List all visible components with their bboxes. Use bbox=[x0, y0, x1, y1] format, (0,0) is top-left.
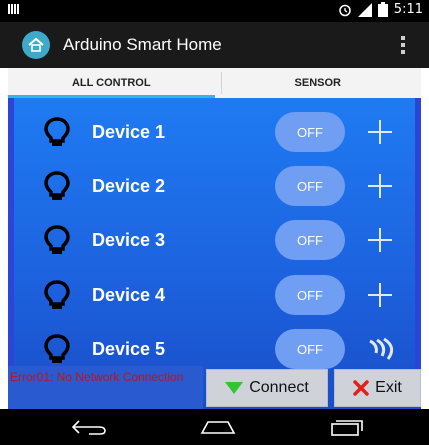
back-icon[interactable] bbox=[69, 417, 109, 437]
device-label: Device 4 bbox=[92, 285, 166, 305]
plus-icon[interactable] bbox=[368, 120, 392, 144]
plus-icon[interactable] bbox=[368, 283, 392, 307]
recent-apps-icon[interactable] bbox=[327, 417, 367, 437]
device-panel: Device 1 OFF Device 2 OFF Device 3 OFF D… bbox=[8, 98, 421, 409]
device-label: Device 3 bbox=[92, 230, 166, 250]
plus-icon[interactable] bbox=[368, 174, 392, 198]
nav-bar bbox=[0, 409, 429, 445]
device-label: Device 5 bbox=[92, 339, 166, 359]
connect-button[interactable]: Connect bbox=[206, 369, 328, 407]
device-label: Device 2 bbox=[92, 176, 166, 196]
app-home-icon bbox=[22, 31, 50, 59]
device-toggle-button[interactable]: OFF bbox=[275, 275, 345, 315]
plus-icon[interactable] bbox=[368, 228, 392, 252]
device-toggle-button[interactable]: OFF bbox=[275, 112, 345, 152]
battery-icon bbox=[377, 2, 388, 17]
device-row: Device 1 OFF bbox=[14, 110, 415, 154]
overflow-menu-icon[interactable] bbox=[401, 36, 407, 54]
status-bar: 5:11 bbox=[0, 0, 429, 22]
device-toggle-button[interactable]: OFF bbox=[275, 220, 345, 260]
device-row: Device 5 OFF bbox=[14, 327, 415, 371]
device-toggle-button[interactable]: OFF bbox=[275, 329, 345, 369]
action-bar: Arduino Smart Home bbox=[0, 22, 429, 68]
app-title: Arduino Smart Home bbox=[63, 35, 222, 54]
tab-sensor[interactable]: SENSOR bbox=[215, 68, 422, 98]
wave-icon[interactable] bbox=[366, 337, 400, 361]
tab-divider bbox=[221, 72, 222, 94]
device-label: Device 1 bbox=[92, 122, 166, 142]
error-message: Error01: No Network Connection bbox=[8, 366, 203, 409]
device-toggle-button[interactable]: OFF bbox=[275, 166, 345, 206]
notification-icon bbox=[8, 4, 19, 14]
bulb-icon bbox=[44, 171, 70, 200]
connect-label: Connect bbox=[249, 379, 309, 396]
bulb-icon bbox=[44, 334, 70, 363]
bulb-icon bbox=[44, 117, 70, 146]
status-icons: 5:11 bbox=[338, 2, 423, 17]
close-icon bbox=[353, 380, 369, 396]
device-row: Device 4 OFF bbox=[14, 273, 415, 317]
exit-label: Exit bbox=[375, 379, 402, 396]
tab-all-control[interactable]: ALL CONTROL bbox=[8, 68, 215, 98]
tab-bar: ALL CONTROL SENSOR bbox=[8, 68, 421, 98]
status-time: 5:11 bbox=[393, 2, 423, 17]
device-row: Device 3 OFF bbox=[14, 218, 415, 262]
device-row: Device 2 OFF bbox=[14, 164, 415, 208]
signal-icon bbox=[357, 2, 372, 17]
home-icon[interactable] bbox=[198, 417, 238, 437]
alarm-icon bbox=[339, 4, 351, 16]
footer-bar: Error01: No Network Connection Connect E… bbox=[8, 366, 421, 409]
bulb-icon bbox=[44, 280, 70, 309]
arrow-down-icon bbox=[225, 382, 244, 394]
bulb-icon bbox=[44, 225, 70, 254]
exit-button[interactable]: Exit bbox=[334, 369, 421, 407]
